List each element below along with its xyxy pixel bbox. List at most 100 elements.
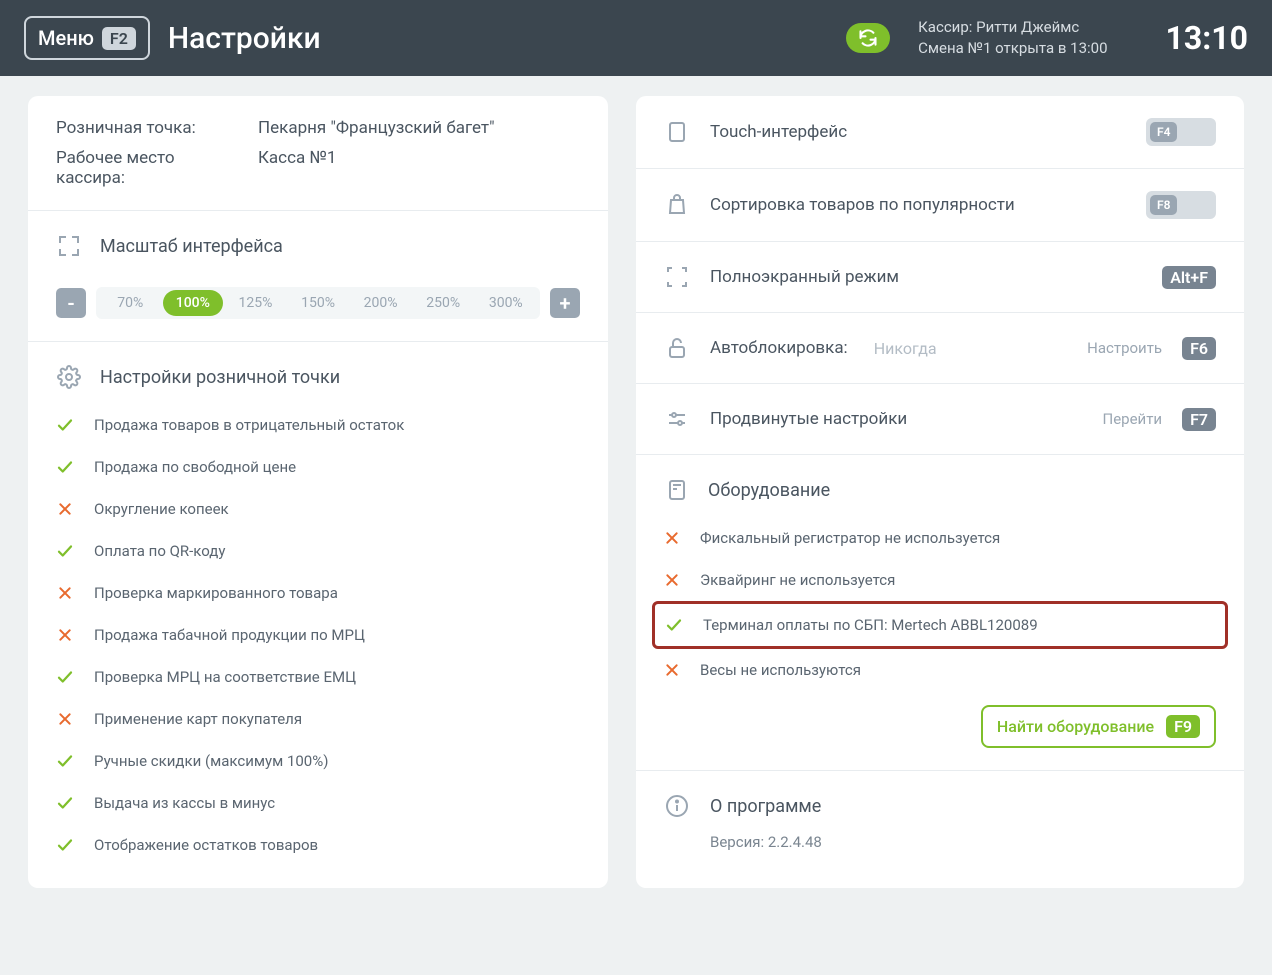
store-value: Пекарня "Французский багет" (258, 118, 495, 138)
equipment-item[interactable]: Весы не используются (664, 649, 1216, 691)
retail-settings-title: Настройки розничной точки (100, 367, 340, 388)
check-icon (56, 752, 74, 770)
check-icon (56, 836, 74, 854)
equipment-item-label: Фискальный регистратор не используется (700, 529, 1000, 547)
sort-toggle[interactable]: F8 (1146, 191, 1216, 219)
zoom-step[interactable]: 150% (288, 290, 349, 316)
bag-icon (664, 192, 690, 218)
sort-row[interactable]: Сортировка товаров по популярности F8 (636, 169, 1244, 242)
retail-item-label: Отображение остатков товаров (94, 836, 318, 854)
zoom-step[interactable]: 200% (350, 290, 411, 316)
check-icon (665, 616, 683, 634)
right-panel: Touch-интерфейс F4 Сортировка товаров по… (636, 96, 1244, 888)
find-label: Найти оборудование (997, 717, 1154, 736)
equipment-title: Оборудование (708, 480, 830, 501)
workplace-label: Рабочее место кассира: (56, 148, 246, 188)
autolock-value: Никогда (874, 339, 937, 358)
advanced-action[interactable]: Перейти (1103, 410, 1163, 428)
retail-item-label: Округление копеек (94, 500, 229, 518)
tablet-icon (664, 119, 690, 145)
app-header: Меню F2 Настройки Кассир: Ритти Джеймс С… (0, 0, 1272, 76)
retail-item-label: Ручные скидки (максимум 100%) (94, 752, 328, 770)
retail-setting-item: Проверка МРЦ на соответствие ЕМЦ (56, 656, 580, 698)
retail-item-label: Продажа товаров в отрицательный остаток (94, 416, 404, 434)
check-icon (56, 668, 74, 686)
retail-item-label: Проверка МРЦ на соответствие ЕМЦ (94, 668, 356, 686)
workplace-value: Касса №1 (258, 148, 336, 188)
retail-item-label: Продажа по свободной цене (94, 458, 296, 476)
touch-row[interactable]: Touch-интерфейс F4 (636, 96, 1244, 169)
zoom-minus-button[interactable]: - (56, 288, 86, 318)
check-icon (56, 416, 74, 434)
retail-setting-item: Ручные скидки (максимум 100%) (56, 740, 580, 782)
retail-item-label: Выдача из кассы в минус (94, 794, 275, 812)
retail-setting-item: Отображение остатков товаров (56, 824, 580, 866)
zoom-step[interactable]: 300% (475, 290, 536, 316)
sync-icon[interactable] (846, 23, 890, 53)
equipment-item-label: Эквайринг не используется (700, 571, 895, 589)
expand-icon (56, 233, 82, 259)
zoom-title: Масштаб интерфейса (100, 236, 283, 257)
zoom-step[interactable]: 100% (163, 290, 224, 316)
menu-label: Меню (38, 26, 94, 50)
retail-setting-item: Продажа табачной продукции по МРЦ (56, 614, 580, 656)
retail-setting-item: Выдача из кассы в минус (56, 782, 580, 824)
autolock-action[interactable]: Настроить (1087, 339, 1162, 357)
fullscreen-icon (664, 264, 690, 290)
zoom-plus-button[interactable]: + (550, 288, 580, 318)
find-equipment-button[interactable]: Найти оборудование F9 (981, 705, 1216, 748)
cross-icon (56, 500, 74, 518)
about-version: Версия: 2.2.4.48 (710, 833, 1216, 851)
check-icon (56, 458, 74, 476)
menu-hotkey: F2 (102, 27, 136, 50)
equipment-item[interactable]: Эквайринг не используется (664, 559, 1216, 601)
sort-label: Сортировка товаров по популярности (710, 195, 1126, 215)
left-panel: Розничная точка: Пекарня "Французский ба… (28, 96, 608, 888)
touch-toggle[interactable]: F4 (1146, 118, 1216, 146)
zoom-step[interactable]: 125% (225, 290, 286, 316)
retail-setting-item: Проверка маркированного товара (56, 572, 580, 614)
check-icon (56, 794, 74, 812)
autolock-row[interactable]: Автоблокировка: Никогда Настроить F6 (636, 313, 1244, 384)
cross-icon (664, 662, 680, 678)
menu-button[interactable]: Меню F2 (24, 16, 150, 60)
retail-item-label: Продажа табачной продукции по МРЦ (94, 626, 365, 644)
fullscreen-row[interactable]: Полноэкранный режим Alt+F (636, 242, 1244, 313)
header-info: Кассир: Ритти Джеймс Смена №1 открыта в … (918, 17, 1107, 59)
cross-icon (56, 710, 74, 728)
cashier-line: Кассир: Ритти Джеймс (918, 17, 1107, 38)
page-title: Настройки (168, 21, 321, 56)
advanced-label: Продвинутые настройки (710, 409, 1083, 429)
lock-icon (664, 335, 690, 361)
advanced-row[interactable]: Продвинутые настройки Перейти F7 (636, 384, 1244, 455)
cross-icon (56, 584, 74, 602)
equipment-item-label: Терминал оплаты по СБП: Mertech ABBL1200… (703, 616, 1038, 634)
zoom-track[interactable]: 70%100%125%150%200%250%300% (96, 287, 540, 319)
equipment-item[interactable]: Фискальный регистратор не используется (664, 517, 1216, 559)
about-title: О программе (710, 796, 821, 817)
cross-icon (664, 572, 680, 588)
retail-item-label: Проверка маркированного товара (94, 584, 338, 602)
cross-icon (56, 626, 74, 644)
device-icon (664, 477, 690, 503)
retail-setting-item: Продажа товаров в отрицательный остаток (56, 404, 580, 446)
shift-line: Смена №1 открыта в 13:00 (918, 38, 1107, 59)
retail-item-label: Применение карт покупателя (94, 710, 302, 728)
find-key: F9 (1166, 715, 1200, 738)
about-row[interactable]: О программе Версия: 2.2.4.48 (636, 771, 1244, 873)
gear-icon (56, 364, 82, 390)
touch-label: Touch-интерфейс (710, 122, 1126, 142)
zoom-step[interactable]: 70% (100, 290, 161, 316)
retail-setting-item: Оплата по QR-коду (56, 530, 580, 572)
zoom-step[interactable]: 250% (413, 290, 474, 316)
equipment-item[interactable]: Терминал оплаты по СБП: Mertech ABBL1200… (652, 601, 1228, 649)
sliders-icon (664, 406, 690, 432)
check-icon (56, 542, 74, 560)
retail-setting-item: Округление копеек (56, 488, 580, 530)
advanced-key: F7 (1182, 408, 1216, 431)
store-label: Розничная точка: (56, 118, 246, 138)
fullscreen-key: Alt+F (1162, 266, 1216, 289)
info-icon (664, 793, 690, 819)
equipment-item-label: Весы не используются (700, 661, 861, 679)
cross-icon (664, 530, 680, 546)
